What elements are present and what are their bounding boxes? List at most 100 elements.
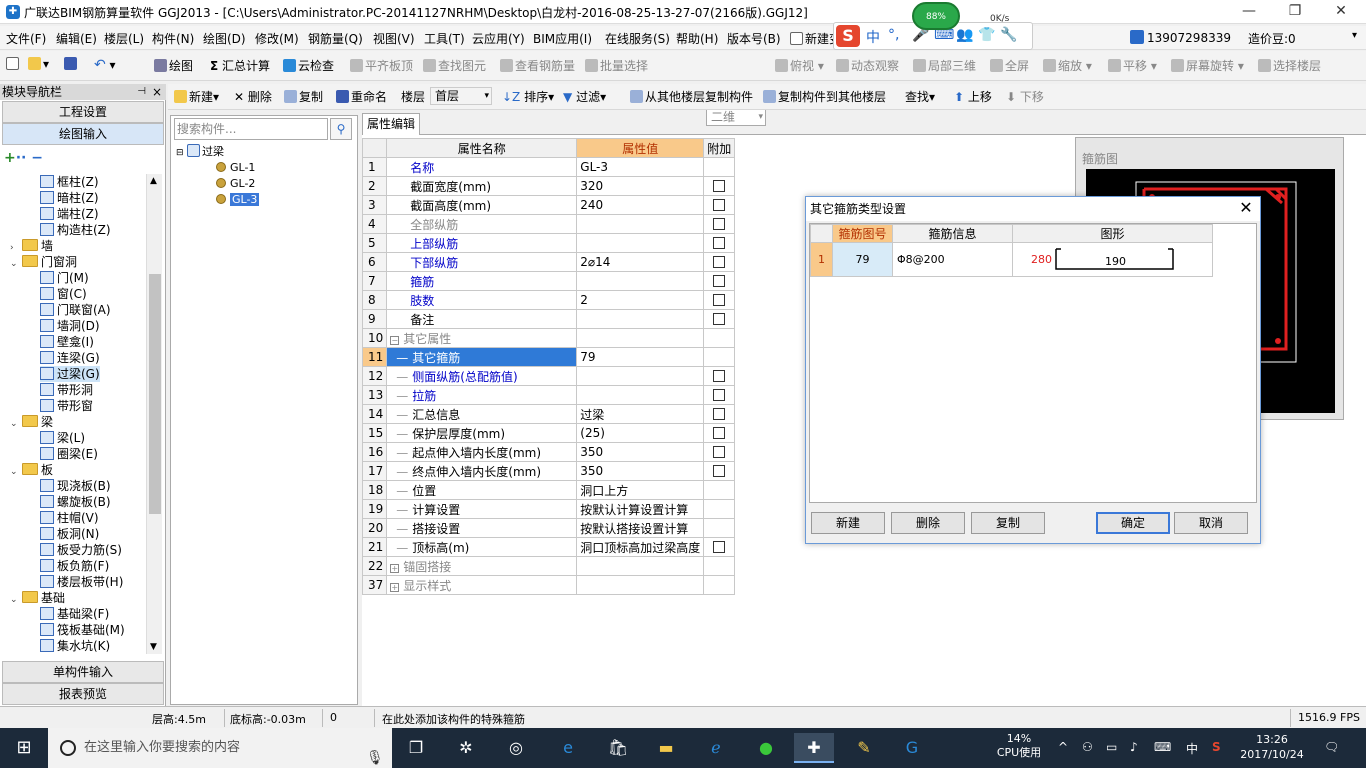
checkbox[interactable] [713, 370, 726, 382]
microphone-icon[interactable]: 🎙 [366, 738, 384, 768]
checkbox[interactable] [713, 408, 726, 420]
rename-component-button[interactable]: 重命名 [336, 88, 387, 105]
nav-folder[interactable]: ⌄ 板 [10, 462, 53, 478]
prop-extra[interactable] [703, 252, 736, 272]
minimize-icon[interactable]: — [1226, 0, 1272, 24]
nav-item[interactable]: 板负筋(F) [40, 558, 109, 574]
prop-extra[interactable] [703, 366, 736, 386]
prop-extra[interactable] [703, 461, 736, 481]
component-item[interactable]: GL-1 [216, 160, 356, 176]
ggj-taskbar-icon[interactable]: ✚ [794, 733, 834, 763]
menu-floor[interactable]: 楼层(L) [104, 30, 144, 47]
draw-button[interactable]: 绘图 [154, 57, 193, 74]
nav-folder[interactable]: ⌄ 梁 [10, 414, 53, 430]
delete-component-button[interactable]: ✕ 删除 [234, 88, 272, 105]
prop-value[interactable] [576, 366, 705, 386]
prop-extra[interactable] [703, 385, 736, 405]
nav-item[interactable]: 带形窗 [40, 398, 93, 414]
nav-item[interactable]: 楼层板带(H) [40, 574, 123, 590]
green-app-icon[interactable]: ● [746, 733, 786, 763]
network-icon[interactable]: ▭ [1106, 740, 1117, 754]
notification-icon[interactable]: 🗨 [1324, 740, 1339, 754]
360-browser-icon[interactable]: ◎ [496, 733, 536, 763]
dialog-copy-button[interactable]: 复制 [971, 512, 1045, 534]
menu-tools[interactable]: 工具(T) [424, 30, 465, 47]
nav-item[interactable]: 螺旋板(B) [40, 494, 111, 510]
chevron-down-icon[interactable]: ⌄ [10, 592, 22, 608]
menu-draw[interactable]: 绘图(D) [203, 30, 246, 47]
checkbox[interactable] [713, 313, 726, 325]
move-down-button[interactable]: ⬇ 下移 [1006, 88, 1044, 105]
prop-value[interactable] [576, 575, 705, 595]
top-view-button[interactable]: 俯视 ▾ [775, 57, 824, 74]
user-account[interactable]: 13907298339 [1130, 30, 1231, 45]
nav-item[interactable]: 基础梁(F) [40, 606, 109, 622]
single-input-button[interactable]: 单构件输入 [2, 661, 164, 683]
prop-value[interactable]: 79 [576, 347, 705, 367]
nav-item[interactable]: 过梁(G) [40, 366, 100, 382]
menu-online[interactable]: 在线服务(S) [605, 30, 670, 47]
select-floor-button[interactable]: 选择楼层 [1258, 57, 1321, 74]
new-file-icon[interactable] [6, 57, 21, 71]
grid-row-shape[interactable]: 280 190 [1012, 242, 1213, 277]
prop-extra[interactable] [703, 423, 736, 443]
prop-value[interactable]: 2⌀14 [576, 252, 705, 272]
pan-button[interactable]: 平移 ▾ [1108, 57, 1157, 74]
prop-value[interactable] [576, 214, 705, 234]
punctuation-icon[interactable]: °, [888, 27, 899, 43]
grid-row-info[interactable]: Φ8@200 [892, 242, 1013, 277]
store-icon[interactable]: 🛍 [598, 733, 638, 763]
prop-value[interactable]: 320 [576, 176, 705, 196]
prop-value[interactable]: 按默认搭接设置计算 [576, 518, 705, 538]
sogou-tray-icon[interactable]: S [1212, 740, 1221, 754]
dynamic-view-button[interactable]: 动态观察 [836, 57, 899, 74]
task-view-icon[interactable]: ❐ [396, 733, 436, 763]
tab-property-edit[interactable]: 属性编辑 [362, 113, 420, 135]
prop-extra[interactable] [703, 271, 736, 291]
menu-version[interactable]: 版本号(B) [727, 30, 781, 47]
expand-icon[interactable]: + [390, 563, 400, 573]
zoom-button[interactable]: 缩放 ▾ [1043, 57, 1092, 74]
nav-folder[interactable]: › 墙 [10, 238, 53, 254]
notes-app-icon[interactable]: ✎ [844, 733, 884, 763]
nav-item[interactable]: 筏板基础(M) [40, 622, 125, 638]
menu-edit[interactable]: 编辑(E) [56, 30, 97, 47]
restore-icon[interactable]: ❐ [1272, 0, 1318, 24]
table-row[interactable]: 6 下部纵筋 2⌀14 [361, 252, 736, 272]
nav-item[interactable]: 连梁(G) [40, 350, 100, 366]
table-row[interactable]: 12— 侧面纵筋(总配筋值) [361, 366, 736, 386]
nav-item[interactable]: 门(M) [40, 270, 89, 286]
prop-value[interactable]: GL-3 [576, 157, 705, 177]
component-search-input[interactable]: 搜索构件... [174, 118, 328, 140]
ime-lang[interactable]: 中 [866, 27, 880, 47]
component-item[interactable]: GL-3 [216, 192, 356, 208]
prop-extra[interactable] [703, 537, 736, 557]
batch-select-button[interactable]: 批量选择 [585, 57, 648, 74]
chevron-down-icon[interactable]: ⌄ [10, 416, 22, 432]
table-row[interactable]: 1 名称 GL-3 [361, 157, 736, 177]
nav-item[interactable]: 柱帽(V) [40, 510, 99, 526]
table-row[interactable]: 16— 起点伸入墙内长度(mm) 350 [361, 442, 736, 462]
table-row[interactable]: 14— 汇总信息 过梁 [361, 404, 736, 424]
checkbox[interactable] [713, 237, 726, 249]
nav-item[interactable]: 框柱(Z) [40, 174, 99, 190]
fullscreen-button[interactable]: 全屏 [990, 57, 1029, 74]
nav-scrollbar[interactable]: ▲ ▼ [146, 174, 162, 654]
table-row[interactable]: 3 截面高度(mm) 240 [361, 195, 736, 215]
dialog-cancel-button[interactable]: 取消 [1174, 512, 1248, 534]
nav-item[interactable]: 构造柱(Z) [40, 222, 111, 238]
rotate-button[interactable]: 屏幕旋转 ▾ [1171, 57, 1244, 74]
prop-extra[interactable] [703, 290, 736, 310]
checkbox[interactable] [713, 389, 726, 401]
prop-value[interactable]: 洞口顶标高加过梁高度 [576, 537, 705, 557]
prop-value[interactable]: 洞口上方 [576, 480, 705, 500]
prop-extra[interactable] [703, 176, 736, 196]
move-up-button[interactable]: ⬆ 上移 [954, 88, 992, 105]
table-row[interactable]: 21— 顶标高(m) 洞口顶标高加过梁高度 [361, 537, 736, 557]
prop-value[interactable]: 过梁 [576, 404, 705, 424]
taskbar-search-input[interactable]: 在这里输入你要搜索的内容 🎙 [48, 728, 392, 768]
copy-to-floor-button[interactable]: 复制构件到其他楼层 [763, 88, 886, 105]
table-row[interactable]: 7 箍筋 [361, 271, 736, 291]
menu-cloud[interactable]: 云应用(Y) [472, 30, 525, 47]
table-row[interactable]: 17— 终点伸入墙内长度(mm) 350 [361, 461, 736, 481]
